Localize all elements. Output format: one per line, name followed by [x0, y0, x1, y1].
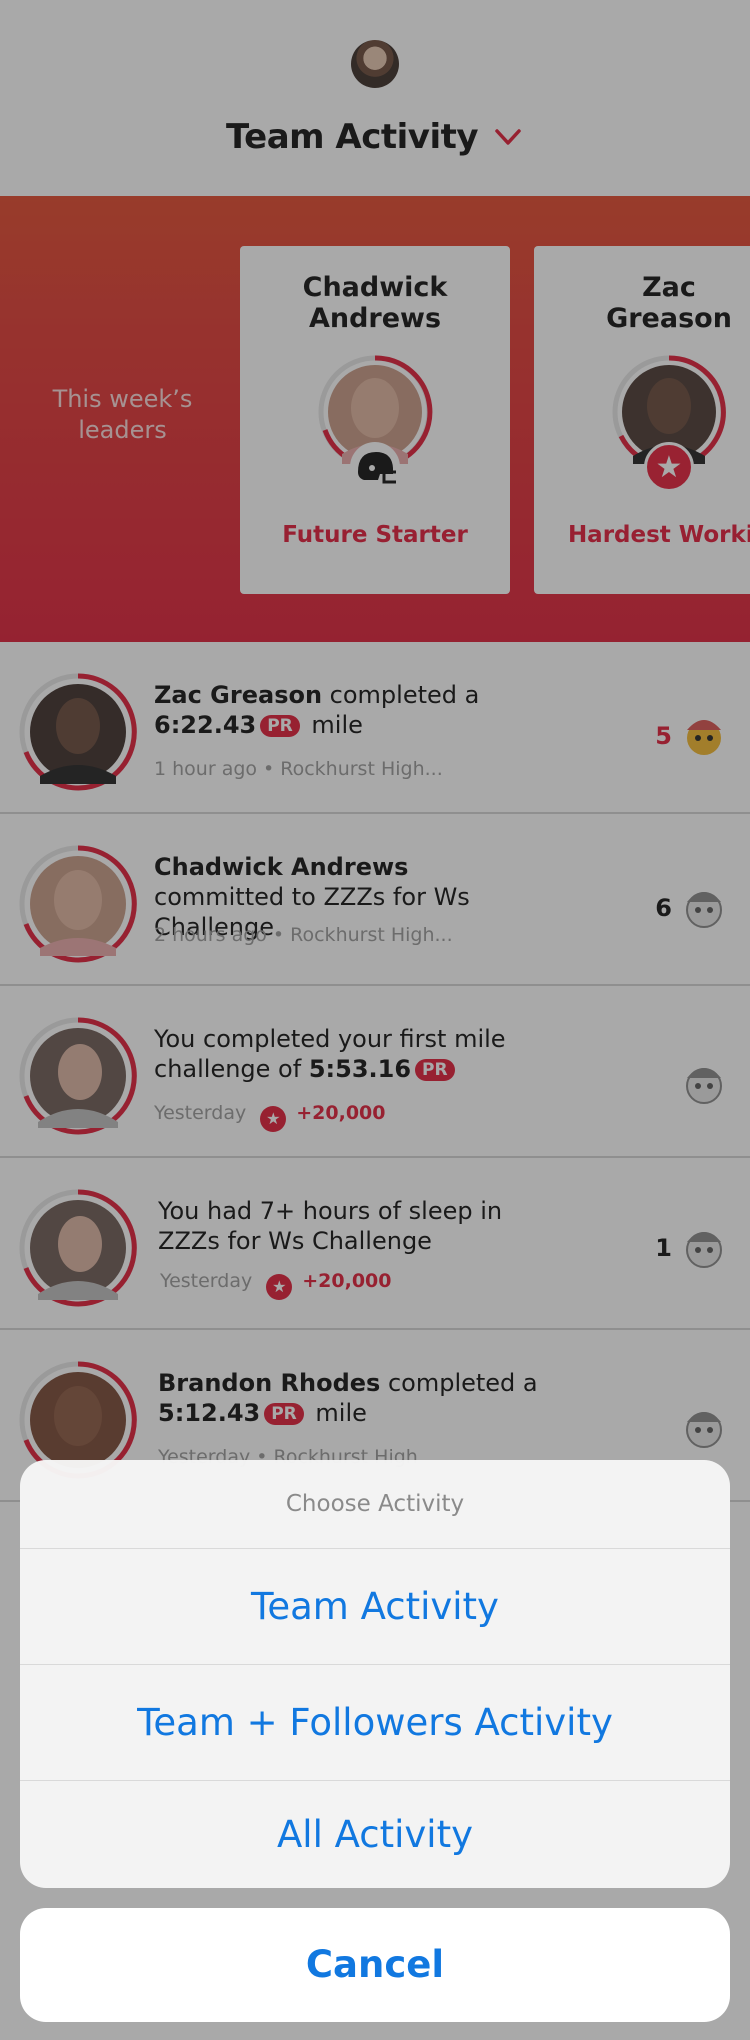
choose-activity-sheet: Choose Activity Team Activity Team + Fol…: [20, 1460, 730, 1888]
cancel-button[interactable]: Cancel: [20, 1908, 730, 2022]
app-screen: Team Activity This week’s leaders Chadwi…: [0, 0, 750, 2040]
option-all-activity[interactable]: All Activity: [20, 1780, 730, 1888]
option-team-activity[interactable]: Team Activity: [20, 1548, 730, 1664]
option-team-followers-activity[interactable]: Team + Followers Activity: [20, 1664, 730, 1780]
sheet-title: Choose Activity: [285, 1491, 465, 1517]
